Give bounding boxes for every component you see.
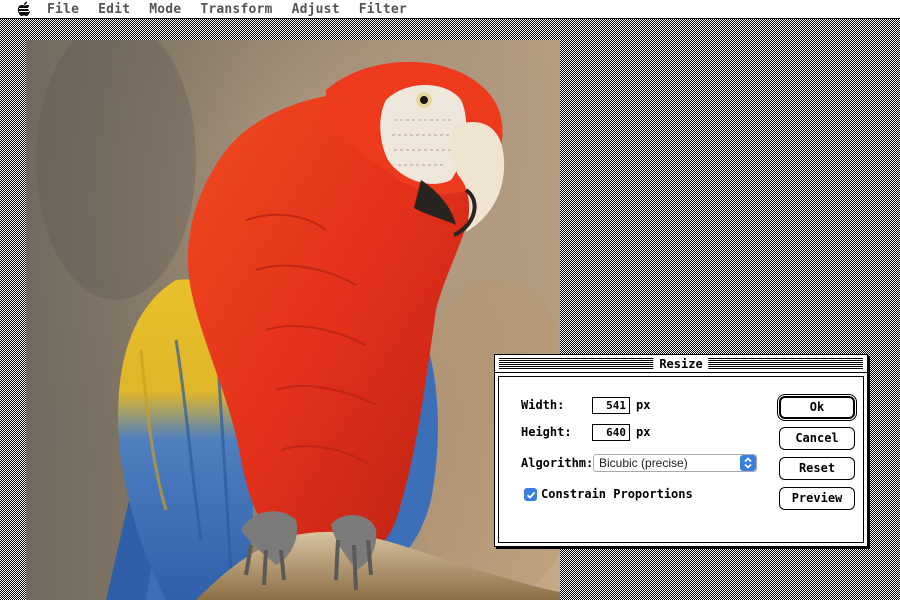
menu-bar: File Edit Mode Transform Adjust Filter	[0, 0, 900, 19]
height-unit: px	[636, 425, 651, 439]
algorithm-value: Bicubic (precise)	[599, 456, 688, 470]
chevron-updown-icon	[740, 455, 756, 471]
ok-button[interactable]: Ok	[779, 396, 855, 419]
height-label: Height:	[521, 425, 572, 439]
checkmark-icon	[526, 491, 535, 499]
resize-dialog: Resize Width: 541 px Height: 640 px Algo…	[494, 354, 868, 547]
algorithm-label: Algorithm:	[521, 456, 594, 470]
parrot-photo	[26, 40, 560, 600]
algorithm-select[interactable]: Bicubic (precise)	[593, 454, 757, 472]
menu-filter[interactable]: Filter	[359, 2, 407, 17]
width-label: Width:	[521, 398, 565, 412]
constrain-checkbox[interactable]	[524, 488, 537, 501]
menu-edit[interactable]: Edit	[98, 2, 130, 17]
dialog-body: Width: 541 px Height: 640 px Algorithm: …	[498, 376, 864, 543]
constrain-label[interactable]: Constrain Proportions	[541, 487, 693, 501]
height-field[interactable]: 640	[592, 424, 630, 441]
menu-mode[interactable]: Mode	[149, 2, 181, 17]
menu-file[interactable]: File	[47, 2, 79, 17]
preview-button[interactable]: Preview	[779, 487, 855, 510]
dialog-title-bar[interactable]: Resize	[495, 355, 867, 373]
dialog-title: Resize	[653, 356, 709, 372]
width-unit: px	[636, 398, 651, 412]
canvas-image[interactable]	[26, 40, 560, 600]
width-field[interactable]: 541	[592, 397, 630, 414]
apple-icon[interactable]	[16, 1, 32, 17]
menu-transform[interactable]: Transform	[200, 2, 272, 17]
menu-adjust[interactable]: Adjust	[292, 2, 340, 17]
reset-button[interactable]: Reset	[779, 457, 855, 480]
cancel-button[interactable]: Cancel	[779, 427, 855, 450]
